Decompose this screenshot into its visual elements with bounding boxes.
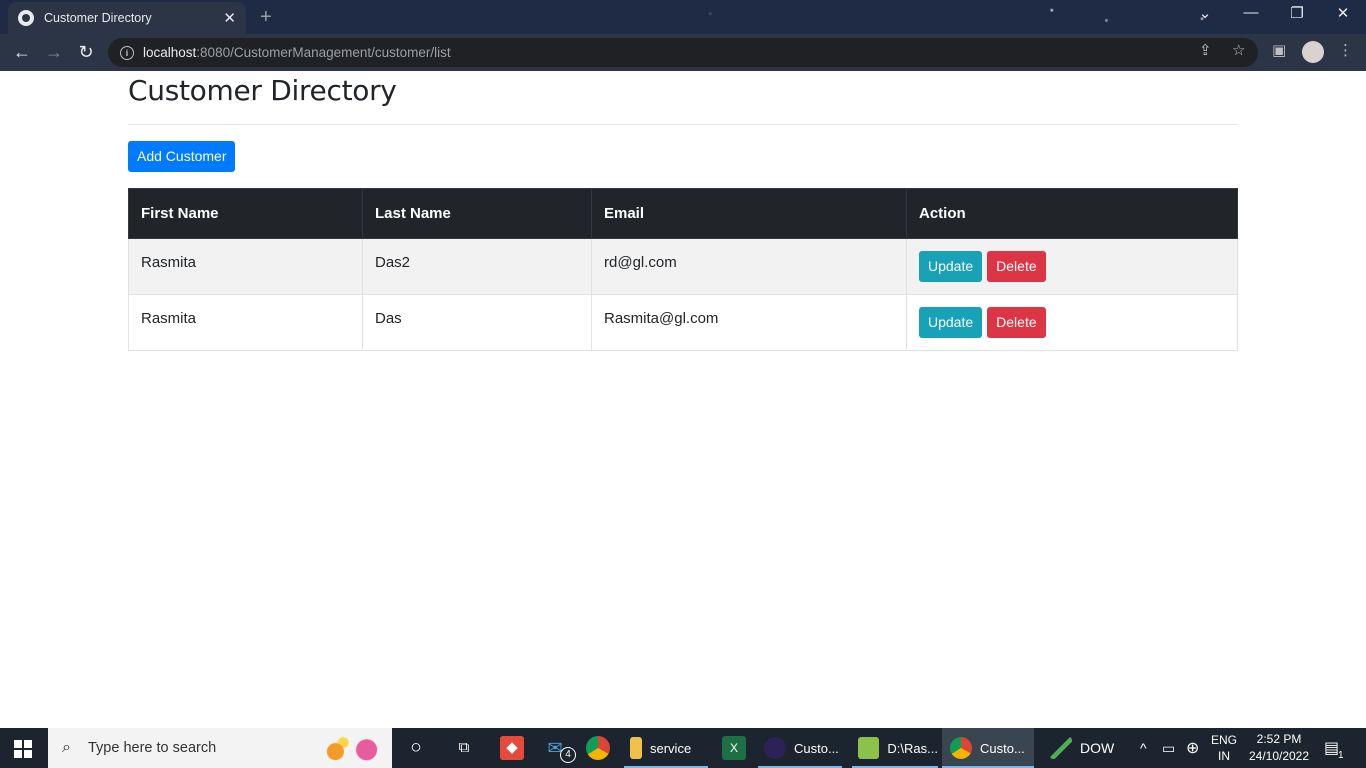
stock-ticker-label: DOW: [1080, 740, 1115, 756]
page-title: Customer Directory: [128, 74, 397, 107]
site-info-icon[interactable]: i: [120, 45, 134, 60]
cortana-icon[interactable]: ○: [404, 736, 428, 760]
region-code: IN: [1218, 749, 1230, 763]
delete-button[interactable]: Delete: [987, 307, 1046, 338]
notification-center-icon[interactable]: ▤: [1324, 728, 1339, 768]
notification-count: 1: [1338, 750, 1344, 761]
battery-icon[interactable]: ▭: [1162, 728, 1175, 768]
task-view-icon[interactable]: ⧉: [452, 736, 476, 760]
column-header-email: Email: [591, 188, 907, 239]
restore-button[interactable]: ❐: [1274, 4, 1320, 22]
delete-button[interactable]: Delete: [987, 251, 1046, 282]
globe-icon: [18, 10, 34, 26]
taskbar-app-notepad[interactable]: D:\Ras...: [852, 728, 938, 768]
email-text: Rasmita@gl.com: [604, 310, 719, 327]
close-window-button[interactable]: ✕: [1320, 4, 1366, 22]
tab-close-icon[interactable]: ✕: [223, 9, 236, 27]
side-panel-icon[interactable]: ▣: [1272, 41, 1286, 59]
action-cell: Update Delete: [906, 294, 1238, 351]
new-tab-button[interactable]: +: [260, 6, 272, 29]
language-indicator[interactable]: ENG IN: [1210, 732, 1238, 764]
mail-badge: 4: [560, 747, 576, 763]
back-button[interactable]: ←: [10, 42, 34, 63]
browser-menu-icon[interactable]: ⋮: [1338, 41, 1353, 59]
system-clock[interactable]: 2:52 PM 24/10/2022: [1248, 731, 1310, 765]
windows-taskbar: ⌕ Type here to search ○ ⧉ ◆ ✉ 4 service …: [0, 728, 1366, 768]
taskbar-app-label: Custo...: [980, 740, 1025, 756]
taskbar-app-label: service: [650, 740, 692, 756]
clock-time: 2:52 PM: [1256, 732, 1302, 746]
windows-start-icon[interactable]: [14, 740, 32, 758]
browser-tab-strip: Customer Directory ✕ + ⌄ — ❐ ✕: [0, 0, 1366, 34]
url-host: localhost: [143, 45, 197, 60]
reload-button[interactable]: ↻: [74, 42, 98, 63]
table-row: Rasmita Das2 rd@gl.com Update Delete: [128, 238, 1238, 295]
tab-title: Customer Directory: [44, 11, 152, 25]
email-cell: rd@gl.com: [591, 238, 907, 295]
table-row: Rasmita Das Rasmita@gl.com Update Delete: [128, 294, 1238, 351]
add-customer-button[interactable]: Add Customer: [128, 141, 236, 172]
last-name-cell: Das: [362, 294, 592, 351]
url-path: :8080/CustomerManagement/customer/list: [196, 45, 451, 60]
minimize-button[interactable]: —: [1228, 4, 1274, 21]
first-name-text: Rasmita: [141, 310, 197, 327]
chrome-icon: [950, 737, 972, 759]
taskbar-app-label: Custo...: [794, 740, 839, 756]
update-button[interactable]: Update: [919, 307, 983, 338]
taskbar-app-explorer[interactable]: service: [624, 728, 708, 768]
chevron-up-icon[interactable]: ^: [1140, 728, 1147, 768]
taskbar-app-label: D:\Ras...: [887, 740, 938, 756]
last-name-cell: Das2: [362, 238, 592, 295]
search-icon: ⌕: [62, 739, 71, 756]
browser-toolbar: ← → ↻ i localhost :8080/CustomerManageme…: [0, 34, 1366, 71]
profile-avatar[interactable]: [1302, 41, 1324, 63]
notepad-icon: [858, 737, 880, 759]
first-name-text: Rasmita: [141, 254, 197, 271]
email-text: rd@gl.com: [604, 254, 677, 271]
address-bar[interactable]: i localhost :8080/CustomerManagement/cus…: [108, 38, 1258, 67]
taskbar-app-chrome[interactable]: Custo...: [942, 728, 1034, 768]
forward-button[interactable]: →: [42, 42, 66, 63]
share-icon[interactable]: ⇪: [1199, 41, 1212, 59]
customer-table: First Name Last Name Email Action Rasmit…: [128, 188, 1238, 351]
clock-date: 24/10/2022: [1248, 749, 1310, 763]
search-placeholder: Type here to search: [88, 740, 217, 756]
folder-icon: [630, 737, 642, 759]
diwali-diya-icon[interactable]: [312, 730, 390, 766]
column-header-action: Action: [906, 188, 1238, 239]
update-button[interactable]: Update: [919, 251, 983, 282]
trend-up-icon: [1050, 737, 1072, 759]
taskbar-app-eclipse[interactable]: Custo...: [758, 728, 842, 768]
email-cell: Rasmita@gl.com: [591, 294, 907, 351]
first-name-cell: Rasmita: [128, 294, 363, 351]
browser-tab[interactable]: Customer Directory ✕: [8, 2, 246, 34]
network-globe-icon[interactable]: ⊕: [1186, 728, 1199, 768]
last-name-text: Das2: [375, 254, 411, 271]
excel-icon[interactable]: X: [722, 736, 746, 760]
table-header-row: First Name Last Name Email Action: [128, 188, 1238, 239]
column-header-last-name: Last Name: [362, 188, 592, 239]
column-header-first-name: First Name: [128, 188, 363, 239]
divider: [128, 124, 1238, 125]
last-name-text: Das: [375, 310, 402, 327]
action-cell: Update Delete: [906, 238, 1238, 295]
tab-search-dropdown-icon[interactable]: ⌄: [1182, 4, 1228, 22]
first-name-cell: Rasmita: [128, 238, 363, 295]
chrome-icon[interactable]: [586, 736, 610, 760]
eclipse-icon: [764, 737, 786, 759]
git-app-icon[interactable]: ◆: [500, 736, 524, 760]
bookmark-star-icon[interactable]: ☆: [1232, 41, 1245, 59]
customer-directory-page: Customer Directory Add Customer First Na…: [128, 71, 1238, 351]
stock-ticker-widget[interactable]: DOW: [1046, 728, 1126, 768]
language-code: ENG: [1210, 733, 1237, 747]
